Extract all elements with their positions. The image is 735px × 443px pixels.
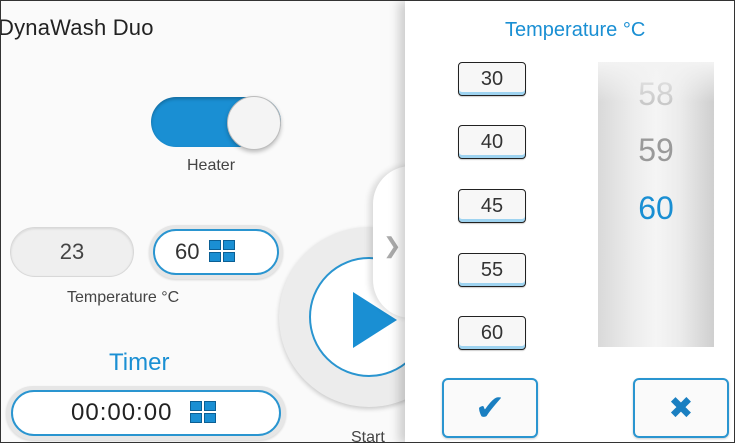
- cancel-button[interactable]: ✖: [633, 378, 729, 438]
- wheel-option[interactable]: 59: [598, 132, 714, 169]
- main-panel: DynaWash Duo Heater 23 60 Temperature °C…: [0, 1, 459, 443]
- timer-value: 00:00:00: [71, 399, 173, 426]
- toggle-knob: [227, 96, 281, 150]
- preset-button[interactable]: 40: [458, 125, 526, 159]
- timer-field[interactable]: 00:00:00: [6, 386, 286, 440]
- timer-title: Timer: [109, 349, 170, 376]
- wheel-fade: [598, 62, 714, 102]
- preset-button[interactable]: 30: [458, 62, 526, 96]
- preset-button[interactable]: 60: [458, 316, 526, 350]
- heater-toggle[interactable]: [151, 96, 281, 150]
- current-temperature-display: 23: [10, 227, 134, 277]
- keypad-icon: [190, 401, 218, 425]
- temperature-label: Temperature °C: [67, 289, 180, 306]
- preset-button[interactable]: 45: [458, 189, 526, 223]
- timer-input[interactable]: 00:00:00: [11, 390, 281, 436]
- heater-label: Heater: [187, 157, 236, 174]
- setpoint-temperature-input[interactable]: 60: [153, 229, 279, 275]
- preset-button[interactable]: 55: [458, 253, 526, 287]
- start-label: Start: [351, 429, 385, 443]
- confirm-button[interactable]: ✔: [442, 378, 538, 438]
- checkmark-icon: ✔: [474, 387, 506, 428]
- picker-title: Temperature °C: [505, 19, 646, 41]
- keypad-icon: [209, 240, 237, 264]
- temperature-wheel[interactable]: 58 59 60: [598, 62, 714, 347]
- setpoint-temperature-value: 60: [175, 239, 200, 264]
- wheel-selected-option[interactable]: 60: [598, 190, 714, 227]
- app-title: DynaWash Duo: [0, 15, 154, 40]
- app-window: DynaWash Duo Heater 23 60 Temperature °C…: [0, 0, 735, 443]
- chevron-right-icon[interactable]: ❯: [383, 233, 401, 259]
- temperature-picker-panel: Temperature °C 30 40 45 55 60 58 59 60 ✔…: [405, 1, 734, 442]
- close-icon: ✖: [668, 391, 694, 425]
- setpoint-temperature-field[interactable]: 60: [149, 225, 283, 279]
